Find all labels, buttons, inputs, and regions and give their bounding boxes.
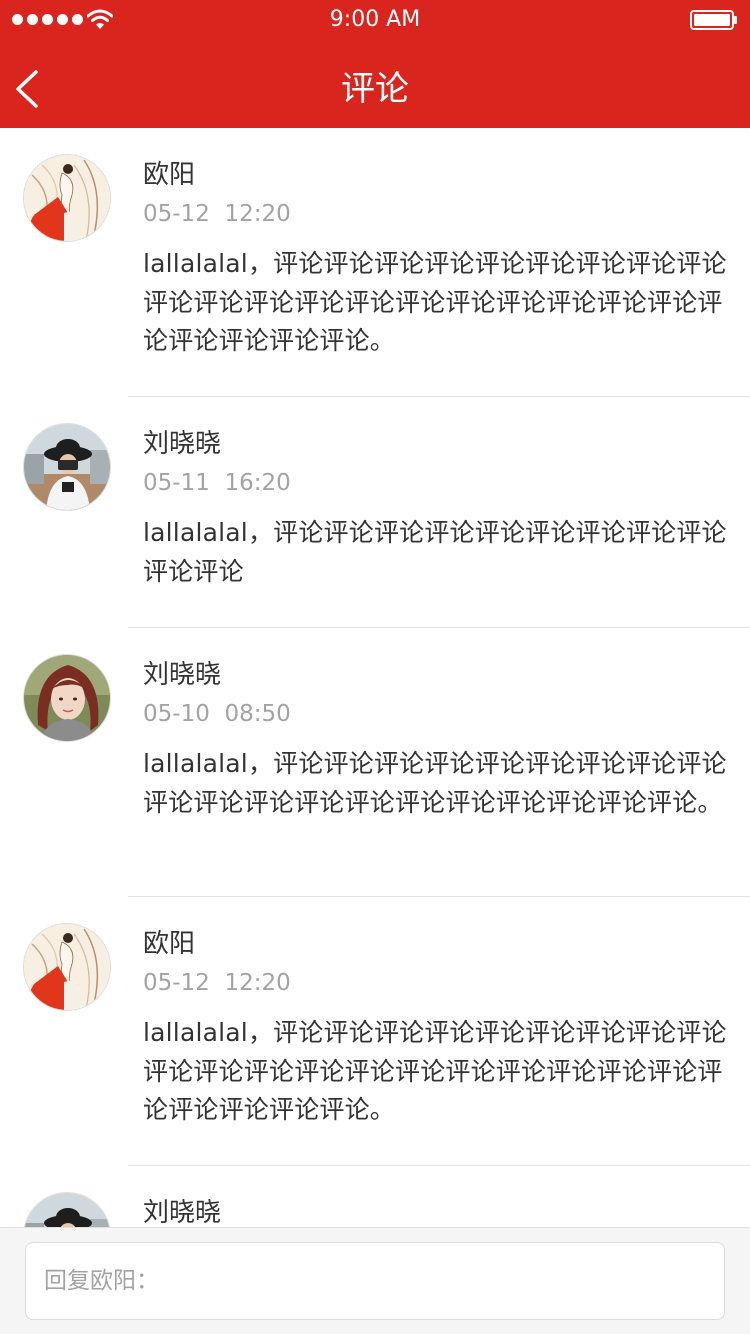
avatar-photo-hat[interactable]: [23, 1192, 111, 1227]
status-bar: 9:00 AM: [0, 0, 750, 40]
navigation-header: 9:00 AM 评论: [0, 0, 750, 128]
reply-input[interactable]: [25, 1242, 725, 1320]
comment-time: 05-10 08:50: [143, 701, 291, 727]
reply-bar: [0, 1227, 750, 1334]
avatar-illustration-red[interactable]: [23, 923, 111, 1011]
comment-body: 刘晓晓 05-10 08:50 lallalalal，评论评论评论评论评论评论评…: [143, 658, 733, 822]
comment-user-name[interactable]: 刘晓晓: [143, 658, 733, 692]
comment-text: lallalalal，评论评论评论评论评论评论评论评论评论评论评论评论评论评论评…: [143, 1018, 727, 1124]
comment-item: 欧阳 05-12 12:20 lallalalal，评论评论评论评论评论评论评论…: [0, 128, 750, 397]
avatar-photo-hat[interactable]: [23, 423, 111, 511]
comment-text: lallalalal，评论评论评论评论评论评论评论评论评论评论评论: [143, 518, 727, 586]
comment-item: 刘晓晓 05-11 16:20 lallalalal，评论评论评论评论评论评论评…: [0, 397, 750, 628]
status-time: 9:00 AM: [329, 7, 421, 32]
comment-time: 05-11 16:20: [143, 470, 291, 496]
comment-body: 刘晓晓 05-11 16:20 lallalalal，评论评论评论评论评论评论评…: [143, 427, 733, 591]
comment-item: 刘晓晓: [0, 1166, 750, 1227]
comment-item: 刘晓晓 05-10 08:50 lallalalal，评论评论评论评论评论评论评…: [0, 628, 750, 897]
comment-text: lallalalal，评论评论评论评论评论评论评论评论评论评论评论评论评论评论评…: [143, 749, 727, 817]
comment-user-name[interactable]: 刘晓晓: [143, 427, 733, 461]
comment-body: 欧阳 05-12 12:20 lallalalal，评论评论评论评论评论评论评论…: [143, 158, 733, 361]
comment-text: lallalalal，评论评论评论评论评论评论评论评论评论评论评论评论评论评论评…: [143, 249, 727, 355]
comment-body: 欧阳 05-12 12:20 lallalalal，评论评论评论评论评论评论评论…: [143, 927, 733, 1130]
comment-user-name[interactable]: 欧阳: [143, 927, 733, 961]
comment-item: 欧阳 05-12 12:20 lallalalal，评论评论评论评论评论评论评论…: [0, 897, 750, 1166]
comment-list[interactable]: 欧阳 05-12 12:20 lallalalal，评论评论评论评论评论评论评论…: [0, 128, 750, 1227]
comment-time: 05-12 12:20: [143, 970, 291, 996]
comment-time: 05-12 12:20: [143, 201, 291, 227]
comment-user-name[interactable]: 刘晓晓: [143, 1196, 733, 1227]
avatar-photo-portrait[interactable]: [23, 654, 111, 742]
avatar-illustration-red[interactable]: [23, 154, 111, 242]
page-title: 评论: [341, 69, 409, 109]
comment-body: 刘晓晓: [143, 1196, 733, 1227]
comment-user-name[interactable]: 欧阳: [143, 158, 733, 192]
battery-icon: [690, 10, 737, 30]
